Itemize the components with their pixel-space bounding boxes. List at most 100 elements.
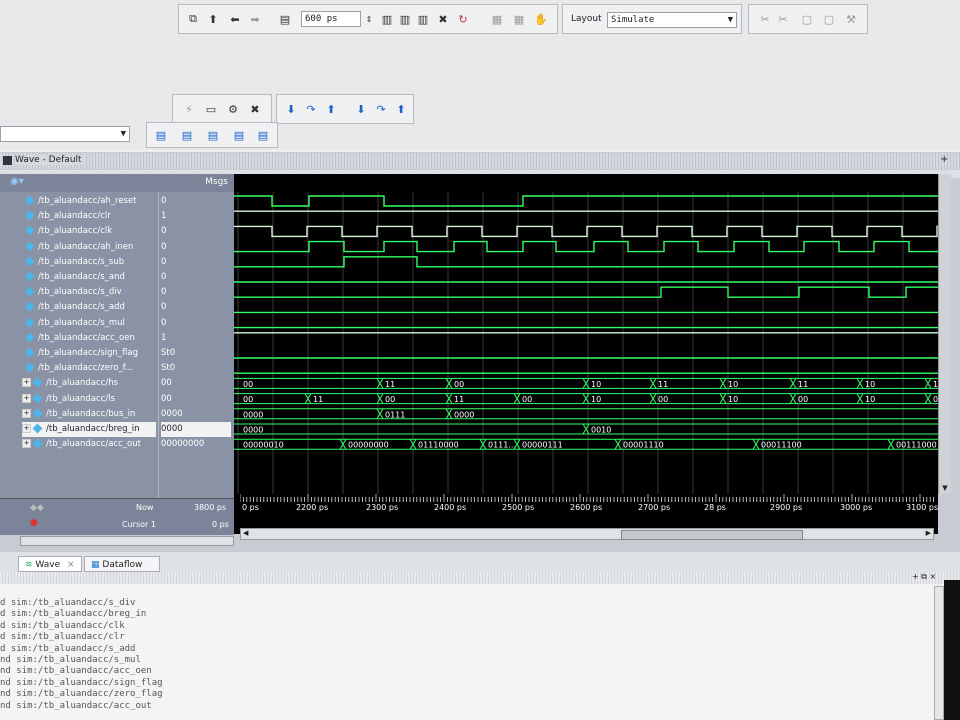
signal-value: St0: [161, 363, 176, 374]
waveform-canvas[interactable]: 0011001011101110110011001100100010001000…: [234, 192, 938, 498]
page-icon[interactable]: ▢: [799, 11, 815, 27]
copy-icon[interactable]: ⧉: [185, 11, 201, 27]
wave-cursor-icon[interactable]: ▤: [205, 127, 221, 143]
run-icon[interactable]: ▥: [379, 11, 395, 27]
signal-name: /tb_aluandacc/ah_reset: [38, 196, 137, 206]
hand-icon[interactable]: ✋: [533, 11, 549, 27]
scroll-down-icon[interactable]: ▼: [939, 484, 951, 494]
spin-icon[interactable]: ⇕: [361, 11, 377, 27]
bus-transition: [445, 378, 453, 389]
tab-wave[interactable]: ≋ Wave ×: [18, 556, 82, 572]
step-over-arrow-icon[interactable]: ↷: [303, 101, 319, 117]
cut-alt-icon[interactable]: ✂: [775, 11, 791, 27]
page-alt-icon[interactable]: ▢: [821, 11, 837, 27]
signal-icon: [26, 347, 35, 358]
cursor-add-icon[interactable]: ◆◆: [30, 503, 44, 513]
arrow-up-icon[interactable]: ⬆: [205, 11, 221, 27]
wave-insert-icon[interactable]: ▤: [179, 127, 195, 143]
transcript-line: nd sim:/tb_aluandacc/zero_flag: [0, 689, 163, 700]
signal-name: /tb_aluandacc/breg_in: [46, 424, 140, 434]
vertical-scrollbar[interactable]: ▼: [938, 174, 951, 494]
close-icon[interactable]: ×: [67, 560, 75, 570]
expand-icon[interactable]: +: [22, 439, 31, 449]
scroll-right-icon[interactable]: ▶: [926, 529, 931, 537]
signal-name: /tb_aluandacc/s_div: [38, 287, 122, 298]
run-length-input[interactable]: 600 ps: [301, 11, 361, 27]
step-into-icon[interactable]: ⬇: [283, 101, 299, 117]
signal-icon: [32, 408, 43, 419]
search-icon[interactable]: ◉▾: [10, 176, 24, 187]
signal-value: 1: [161, 211, 167, 222]
scroll-thumb[interactable]: [621, 530, 803, 540]
wave-add-icon[interactable]: ▤: [153, 127, 169, 143]
layout-select[interactable]: Simulate ▼: [607, 12, 737, 28]
maximize-icon[interactable]: +: [940, 154, 948, 165]
run-length-icon[interactable]: ▤: [277, 11, 293, 27]
expand-icon[interactable]: +: [22, 378, 31, 388]
tool-icon[interactable]: ⚒: [843, 11, 859, 27]
arrow-left-icon[interactable]: ⬅: [227, 11, 243, 27]
signal-name: /tb_aluandacc/acc_oen: [38, 332, 135, 343]
run-all-icon[interactable]: ▥: [415, 11, 431, 27]
timeline-tick-label: 2700 ps: [638, 503, 671, 512]
bit-waveform: [234, 286, 938, 298]
step-out-alt-icon[interactable]: ⬆: [393, 101, 409, 117]
transcript-controls-icon[interactable]: + ⧉ ×: [912, 572, 936, 582]
transcript-scrollbar[interactable]: [934, 586, 944, 720]
wave-tab-icon: ≋: [25, 560, 33, 570]
bus-value-label: 00000111: [522, 441, 563, 450]
bus-value-label: 10: [865, 395, 875, 404]
wave-zoom-icon[interactable]: ▤: [231, 127, 247, 143]
bus-value-label: 11: [798, 380, 808, 389]
horizontal-scrollbar[interactable]: ◀ ▶: [240, 528, 934, 540]
signal-name-row[interactable]: + /tb_aluandacc/acc_out: [22, 437, 180, 452]
timeline-tick-label: 2300 ps: [366, 503, 399, 512]
expand-icon[interactable]: +: [22, 408, 31, 418]
signal-value: 0: [161, 241, 167, 252]
restart-icon[interactable]: ↻: [455, 11, 471, 27]
context-select[interactable]: ▼: [0, 126, 130, 142]
bus-transition: [887, 438, 895, 450]
signal-name: /tb_aluandacc/s_add: [38, 302, 125, 313]
expand-icon[interactable]: +: [22, 393, 31, 403]
name-header: ◉▾: [0, 174, 158, 192]
bus-transition: [445, 408, 453, 420]
signal-icon: [26, 317, 35, 328]
bus-value-label: 01110000: [418, 441, 459, 450]
step-icon[interactable]: ▦: [489, 11, 505, 27]
bus-value-label: 10: [591, 395, 601, 404]
step-over-icon[interactable]: ▦: [511, 11, 527, 27]
signal-name-row[interactable]: + /tb_aluandacc/bus_in: [22, 407, 180, 422]
step-out-icon[interactable]: ⬆: [323, 101, 339, 117]
monitor-bezel: [944, 580, 960, 720]
delete-icon[interactable]: ✖: [247, 101, 263, 117]
wave-find-icon[interactable]: ▤: [255, 127, 271, 143]
wand-icon[interactable]: ⚡: [181, 101, 197, 117]
bus-value-label: 11: [658, 380, 668, 389]
window-icon[interactable]: ▭: [203, 101, 219, 117]
scroll-left-icon[interactable]: ◀: [243, 529, 248, 537]
tools-icon[interactable]: ⚙: [225, 101, 241, 117]
name-hscroll[interactable]: [20, 536, 234, 546]
continue-icon[interactable]: ▥: [397, 11, 413, 27]
signal-name-row[interactable]: + /tb_aluandacc/ls: [22, 392, 180, 407]
expand-icon[interactable]: +: [22, 424, 31, 433]
bus-transition: [445, 393, 453, 404]
cut-icon[interactable]: ✂: [757, 11, 773, 27]
signal-value: 0: [161, 256, 167, 267]
step-over-alt-icon[interactable]: ↷: [373, 101, 389, 117]
step-into-alt-icon[interactable]: ⬇: [353, 101, 369, 117]
signal-name: /tb_aluandacc/zero_f...: [38, 363, 134, 374]
arrow-right-icon[interactable]: ➡: [247, 11, 263, 27]
time-unit: ps: [326, 14, 338, 24]
signal-name-row[interactable]: + /tb_aluandacc/breg_in: [22, 422, 156, 437]
transcript-line: d sim:/tb_aluandacc/clr: [0, 632, 125, 643]
tab-dataflow[interactable]: ▦ Dataflow ×: [84, 556, 160, 586]
signal-value: 0: [161, 317, 167, 328]
cursor-lock-icon[interactable]: ●: [30, 518, 38, 528]
break-icon[interactable]: ✖: [435, 11, 451, 27]
tab-dataflow-label: Dataflow: [102, 560, 143, 570]
bus-value-label: 0010: [591, 426, 611, 435]
signal-name-row[interactable]: + /tb_aluandacc/hs: [22, 376, 180, 391]
bus-value-label: 00: [522, 395, 532, 404]
